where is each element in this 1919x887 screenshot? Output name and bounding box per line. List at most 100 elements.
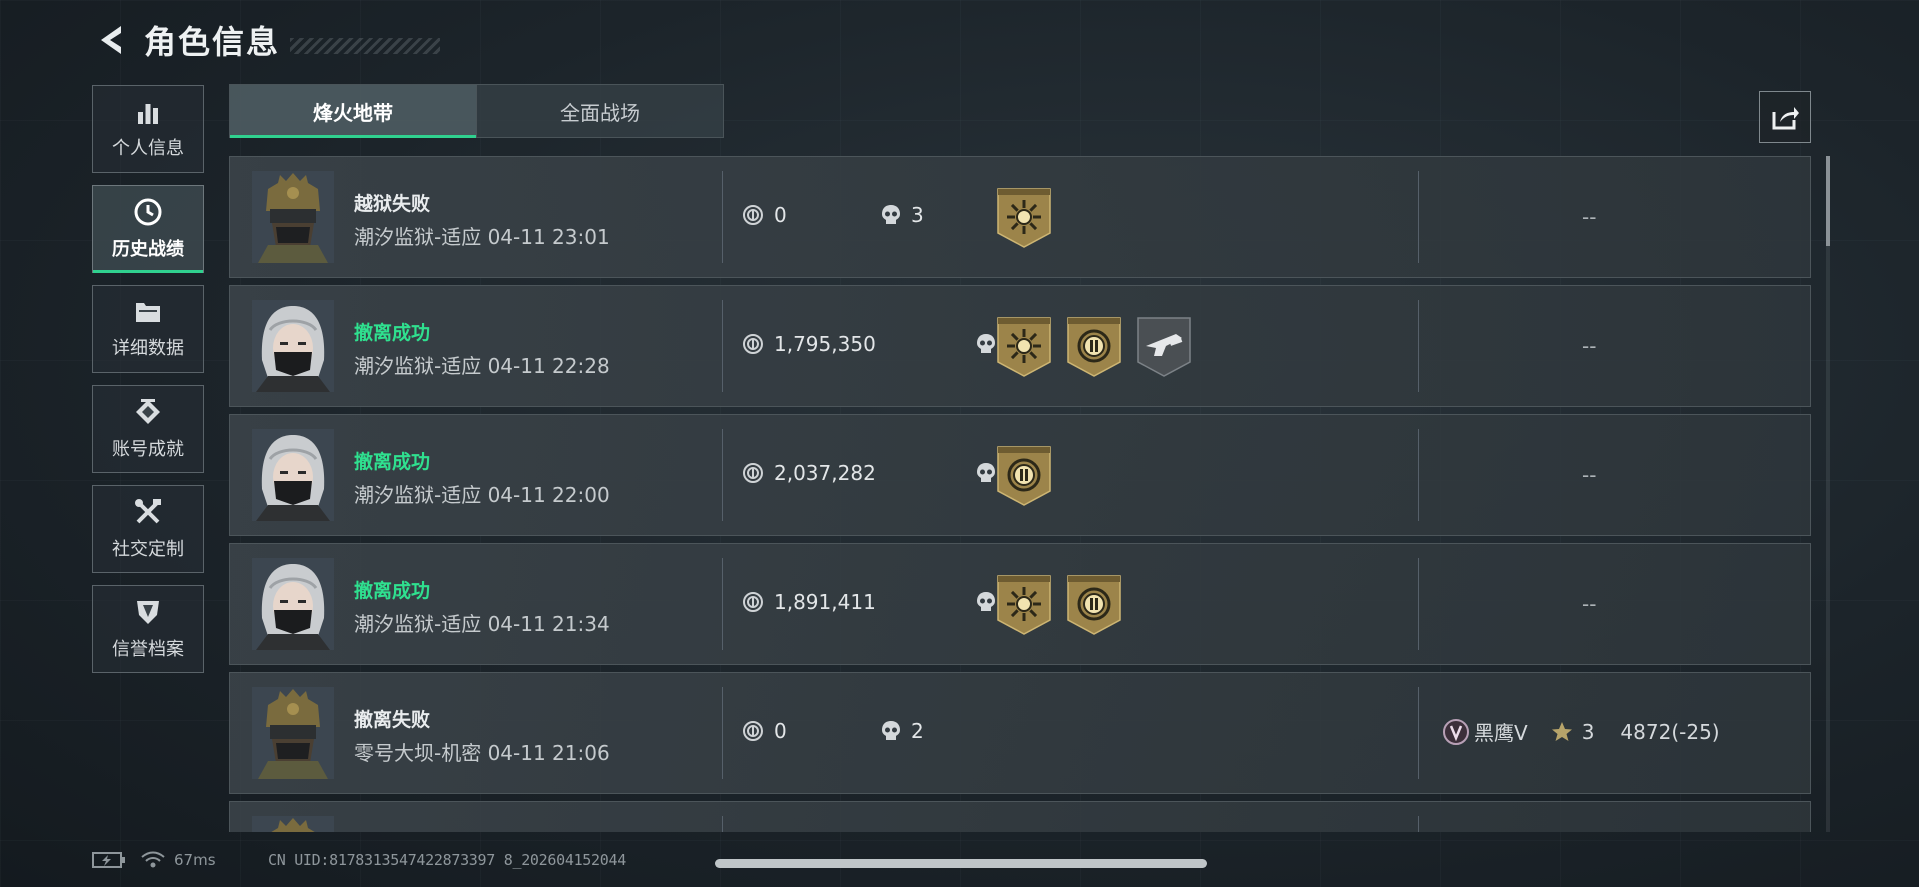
match-history-list: 越狱失败 潮汐监狱-适应 04-11 23:01 0 3 -- 撤离成功 潮汐监狱-适应 0…	[229, 156, 1811, 832]
coin-icon	[743, 205, 763, 225]
match-result: 越狱失败	[354, 193, 431, 215]
sidebar-item-label: 历史战绩	[112, 239, 184, 260]
tab-warfire-zone[interactable]: 烽火地带	[229, 84, 477, 138]
column-divider	[1418, 558, 1419, 650]
match-time: 04-11 22:00	[487, 483, 610, 507]
column-divider	[722, 816, 723, 832]
map-info: 潮汐监狱-适应 04-11 21:34	[354, 608, 610, 637]
column-divider	[1418, 300, 1419, 392]
match-row[interactable]: 撤离成功潮汐监狱-适应 04-11 22:002,037,2825--	[229, 414, 1811, 536]
map-name: 零号大坝-机密	[354, 741, 482, 765]
coin-icon	[743, 463, 763, 483]
map-name: 潮汐监狱-适应	[354, 612, 482, 636]
achievement-icon	[136, 399, 160, 424]
coin-stat: 2,037,282	[742, 461, 876, 485]
column-divider	[1418, 429, 1419, 521]
sidebar-item-label: 详细数据	[112, 338, 184, 359]
sidebar-item-detailed-data[interactable]: 详细数据	[92, 285, 204, 373]
coin-stat: 1,795,350	[742, 332, 876, 356]
map-name: 潮汐监狱-适应	[354, 483, 482, 507]
sidebar: 个人信息 历史战绩 详细数据 账号成就 社交定制 信誉档案	[92, 85, 204, 685]
column-divider	[1418, 816, 1419, 832]
match-time: 04-11 21:06	[487, 741, 610, 765]
skull-icon	[882, 205, 900, 224]
sidebar-item-reputation[interactable]: 信誉档案	[92, 585, 204, 673]
user-uid: CN UID:8178313547422873397 8_20260415204…	[268, 851, 626, 869]
badge-list	[996, 445, 1066, 507]
skull-icon	[977, 592, 995, 611]
column-divider	[1418, 687, 1419, 779]
rank-placeholder: --	[1582, 205, 1597, 229]
column-divider	[722, 300, 723, 392]
rank-placeholder: --	[1582, 334, 1597, 358]
match-row[interactable]: 撤离成功潮汐监狱-适应 04-11 22:281,795,3506--	[229, 285, 1811, 407]
sidebar-item-social-custom[interactable]: 社交定制	[92, 485, 204, 573]
wreath-badge-icon[interactable]	[1066, 316, 1122, 378]
sidebar-item-label: 信誉档案	[112, 639, 184, 660]
coin-icon	[743, 334, 763, 354]
match-result: 撤离成功	[354, 451, 431, 473]
shield-icon	[137, 601, 159, 624]
badge-list	[996, 574, 1136, 636]
mode-tabs: 烽火地带 全面战场	[229, 84, 724, 138]
sidebar-item-personal-info[interactable]: 个人信息	[92, 85, 204, 173]
match-row[interactable]: 撤离失败 零号大坝-机密 04-11 21:06 0 2 黑鹰V 3 4872(-25)	[229, 672, 1811, 794]
rank-emblem-icon	[1443, 718, 1469, 745]
sidebar-item-label: 账号成就	[112, 439, 184, 460]
match-time: 04-11 21:34	[487, 612, 610, 636]
share-button[interactable]	[1759, 91, 1811, 143]
skull-icon	[882, 721, 900, 740]
operator-avatar	[252, 300, 334, 392]
map-name: 潮汐监狱-适应	[354, 225, 482, 249]
clock-icon	[134, 198, 162, 226]
wifi-icon	[141, 851, 165, 868]
list-scrollbar-thumb[interactable]	[1826, 156, 1830, 246]
bar-chart-icon	[138, 104, 158, 124]
wreath-badge-icon[interactable]	[1066, 574, 1122, 636]
sidebar-item-match-history[interactable]: 历史战绩	[92, 185, 204, 273]
kill-value: 3	[911, 203, 924, 227]
rank-placeholder: --	[1582, 592, 1597, 616]
operator-avatar	[252, 171, 334, 263]
match-result: 撤离成功	[354, 322, 431, 344]
badge-list	[996, 316, 1206, 378]
gun-badge-icon[interactable]	[1136, 316, 1192, 378]
skull-icon	[977, 334, 995, 353]
back-arrow-icon	[101, 26, 121, 54]
column-divider	[722, 687, 723, 779]
match-row[interactable]: 撤离成功潮汐监狱-适应 04-11 21:341,891,4115--	[229, 543, 1811, 665]
sun-badge-icon[interactable]	[996, 316, 1052, 378]
match-row[interactable]	[229, 801, 1811, 832]
coin-icon	[743, 721, 763, 741]
coin-value: 0	[774, 719, 787, 743]
title-decoration	[290, 38, 441, 54]
page-title: 角色信息	[144, 23, 281, 61]
horizontal-scrollbar[interactable]	[715, 859, 1207, 868]
wreath-badge-icon[interactable]	[996, 445, 1052, 507]
folder-icon	[136, 303, 160, 322]
badge-list	[996, 187, 1066, 249]
operator-avatar	[252, 687, 334, 779]
coin-value: 0	[774, 203, 787, 227]
column-divider	[722, 171, 723, 263]
kill-stat: 3	[881, 203, 924, 227]
column-divider	[1418, 171, 1419, 263]
match-row[interactable]: 越狱失败潮汐监狱-适应 04-11 23:01 0 3 --	[229, 156, 1811, 278]
sidebar-item-achievements[interactable]: 账号成就	[92, 385, 204, 473]
sun-badge-icon[interactable]	[996, 574, 1052, 636]
operator-avatar	[252, 429, 334, 521]
rank-placeholder: --	[1582, 463, 1597, 487]
map-info: 潮汐监狱-适应 04-11 23:01	[354, 221, 610, 250]
tab-full-battlefield[interactable]: 全面战场	[476, 84, 724, 138]
back-button[interactable]	[90, 18, 130, 62]
kill-stat: 2	[881, 719, 924, 743]
list-scrollbar-track[interactable]	[1826, 156, 1830, 832]
sun-badge-icon[interactable]	[996, 187, 1052, 249]
tools-icon	[135, 499, 161, 524]
column-divider	[722, 558, 723, 650]
match-time: 04-11 23:01	[487, 225, 610, 249]
battery-icon	[92, 852, 125, 868]
coin-value: 1,795,350	[774, 332, 876, 356]
sidebar-item-label: 个人信息	[112, 138, 184, 159]
rank-name: 黑鹰V	[1474, 721, 1528, 745]
